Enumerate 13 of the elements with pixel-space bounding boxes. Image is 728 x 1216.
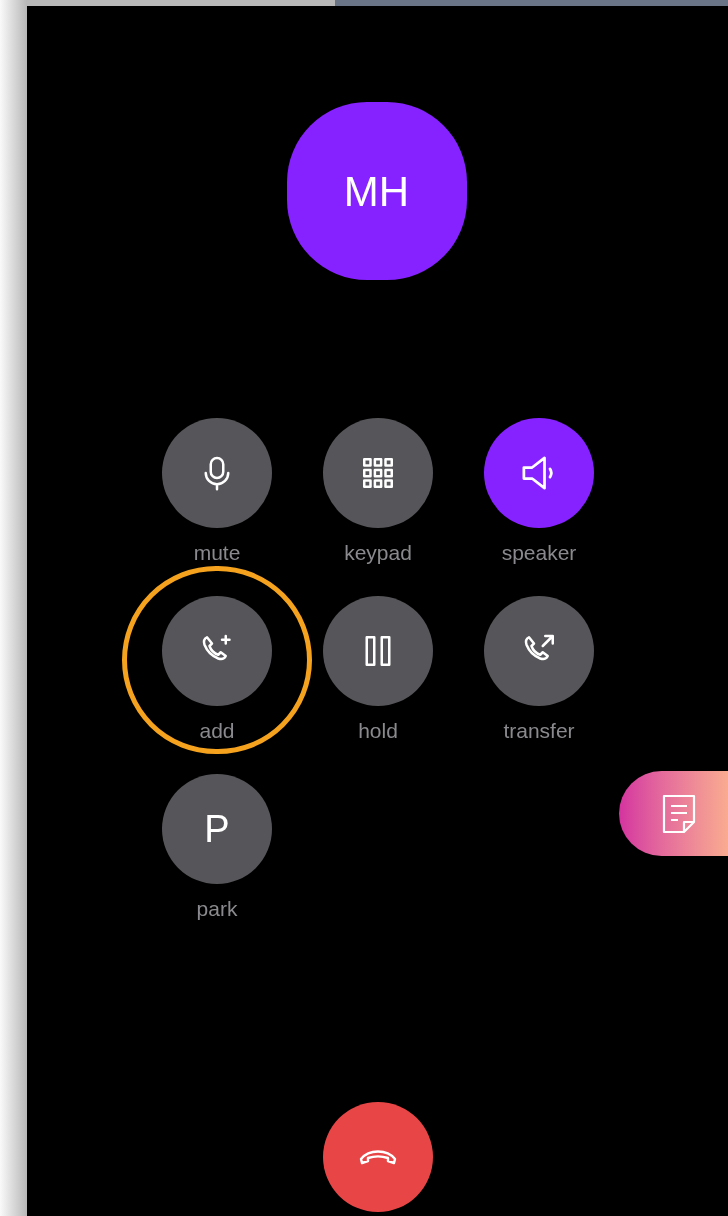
control-label: park xyxy=(196,896,238,922)
caller-avatar: MH xyxy=(286,102,467,280)
notes-tab[interactable] xyxy=(619,771,728,856)
control-label: hold xyxy=(358,718,398,744)
control-label: add xyxy=(199,718,235,744)
hang-up-icon xyxy=(357,1147,398,1167)
note-icon xyxy=(661,792,697,835)
call-control-button[interactable]: P xyxy=(162,774,272,884)
control-label: mute xyxy=(193,540,241,566)
control-label: transfer xyxy=(503,718,575,744)
control-label: speaker xyxy=(501,540,577,566)
park-glyph: P xyxy=(204,810,230,848)
control-label: keypad xyxy=(344,540,412,566)
